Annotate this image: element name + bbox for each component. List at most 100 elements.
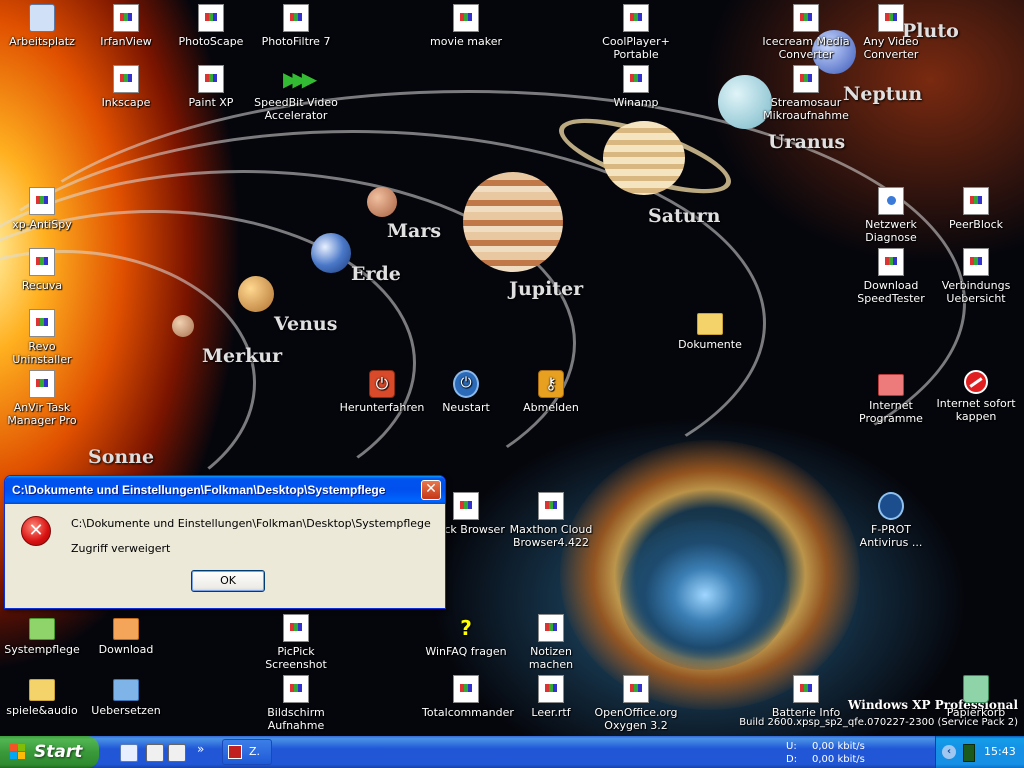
desktop-icon-neustart[interactable]: Neustart bbox=[422, 370, 510, 414]
desktop-icon-label: Papierkorb bbox=[946, 706, 1006, 719]
desktop-icon-maxthon[interactable]: Maxthon Cloud Browser4.422 bbox=[507, 492, 595, 549]
desktop-icon-papierkorb[interactable]: Papierkorb bbox=[932, 675, 1020, 719]
file-icon bbox=[793, 4, 819, 32]
desktop-icon-label: Herunterfahren bbox=[339, 401, 425, 414]
desktop-icon-winfaq[interactable]: ? WinFAQ fragen bbox=[422, 614, 510, 658]
folder-icon bbox=[697, 313, 723, 335]
help-question-icon: ? bbox=[460, 616, 472, 640]
desktop-icon-label: Leer.rtf bbox=[531, 706, 571, 719]
start-label: Start bbox=[34, 742, 83, 762]
rtf-document-icon bbox=[538, 675, 564, 703]
desktop-icon-label: xp-AntiSpy bbox=[12, 218, 72, 231]
battery-tray-icon[interactable] bbox=[963, 744, 975, 762]
desktop-icon-label: Winamp bbox=[613, 96, 659, 109]
desktop-icon-inkscape[interactable]: Inkscape bbox=[82, 65, 170, 109]
planet-saturn bbox=[603, 121, 685, 195]
desktop-icon-bildschirm-aufnahme[interactable]: Bildschirm Aufnahme bbox=[252, 675, 340, 732]
network-speed-monitor: U: 0,00 kbit/s D: 0,00 kbit/s bbox=[786, 740, 865, 766]
desktop-icon-download-speedtester[interactable]: Download SpeedTester bbox=[847, 248, 935, 305]
planet-erde bbox=[311, 233, 351, 273]
desktop-icon-netzwerk-diagnose[interactable]: Netzwerk Diagnose bbox=[847, 187, 935, 244]
desktop-icon-label: Inkscape bbox=[101, 96, 151, 109]
desktop-icon-winamp[interactable]: Winamp bbox=[592, 65, 680, 109]
dialog-body: ✕ C:\Dokumente und Einstellungen\Folkman… bbox=[8, 504, 442, 605]
desktop-icon-picpick[interactable]: PicPick Screenshot bbox=[252, 614, 340, 671]
desktop-icon-any-video-converter[interactable]: Any Video Converter bbox=[847, 4, 935, 61]
download-speed: 0,00 kbit/s bbox=[812, 754, 865, 765]
desktop-icon-verbindungs-uebersicht[interactable]: Verbindungs Uebersicht bbox=[932, 248, 1020, 305]
planet-label-neptun: Neptun bbox=[843, 83, 923, 105]
desktop-icon-herunterfahren[interactable]: Herunterfahren bbox=[338, 370, 426, 414]
desktop-icon-download[interactable]: Download bbox=[82, 614, 170, 656]
desktop-icon-anvir[interactable]: AnVir Task Manager Pro bbox=[0, 370, 86, 427]
desktop-icon-notizen[interactable]: Notizen machen bbox=[507, 614, 595, 671]
quicklaunch-app-icon[interactable] bbox=[146, 744, 164, 762]
clock[interactable]: 15:43 bbox=[984, 736, 1016, 768]
desktop-icon-xp-antispy[interactable]: xp-AntiSpy bbox=[0, 187, 86, 231]
desktop-icon-movie-maker[interactable]: movie maker bbox=[422, 4, 510, 48]
taskbar: Start » Z. U: 0,00 kbit/s D: 0,00 kbit/s ‹… bbox=[0, 736, 1024, 768]
desktop-icon-label: OpenOffice.org Oxygen 3.2 bbox=[594, 706, 678, 732]
file-icon bbox=[113, 65, 139, 93]
system-tray: ‹ 15:43 bbox=[935, 736, 1024, 768]
planet-mars bbox=[367, 187, 397, 217]
file-icon bbox=[283, 675, 309, 703]
desktop-icon-systempflege[interactable]: Systempflege bbox=[0, 614, 86, 656]
desktop-icon-label: Streamosaur Mikroaufnahme bbox=[763, 96, 849, 122]
desktop-icon-spiele-audio[interactable]: spiele&audio bbox=[0, 675, 86, 717]
desktop-icon-totalcommander[interactable]: Totalcommander bbox=[422, 675, 514, 719]
app-icon bbox=[228, 745, 242, 759]
desktop-icon-label: Internet sofort kappen bbox=[936, 397, 1016, 423]
taskbar-window-button[interactable]: Z. bbox=[222, 739, 272, 765]
file-icon bbox=[453, 675, 479, 703]
ok-button[interactable]: OK bbox=[191, 570, 265, 592]
desktop-icon-uebersetzen[interactable]: Uebersetzen bbox=[82, 675, 170, 717]
planet-label-mars: Mars bbox=[387, 220, 442, 242]
desktop-icon-paint-xp[interactable]: Paint XP bbox=[167, 65, 255, 109]
file-icon bbox=[198, 4, 224, 32]
desktop-icon-batterie-info[interactable]: Batterie Info bbox=[762, 675, 850, 719]
desktop-icon-label: Bildschirm Aufnahme bbox=[267, 706, 325, 732]
desktop-icon-photofiltre[interactable]: PhotoFiltre 7 bbox=[252, 4, 340, 48]
dialog-close-button[interactable]: ✕ bbox=[421, 480, 441, 500]
desktop-icon-internet-kappen[interactable]: Internet sofort kappen bbox=[932, 370, 1020, 423]
desktop-icon-label: Revo Uninstaller bbox=[12, 340, 72, 366]
desktop-icon-leer-rtf[interactable]: Leer.rtf bbox=[507, 675, 595, 719]
file-icon bbox=[29, 187, 55, 215]
desktop-icon-coolplayer[interactable]: CoolPlayer+ Portable bbox=[592, 4, 680, 61]
desktop-icon-recuva[interactable]: Recuva bbox=[0, 248, 86, 292]
nebula-core bbox=[620, 520, 790, 670]
dialog-title[interactable]: C:\Dokumente und Einstellungen\Folkman\D… bbox=[5, 476, 445, 504]
desktop-icon-label: Abmelden bbox=[523, 401, 579, 414]
orange-folder-icon bbox=[113, 618, 139, 640]
desktop-icon-label: Batterie Info bbox=[771, 706, 841, 719]
desktop-icon-internet-programme[interactable]: Internet Programme bbox=[847, 370, 935, 425]
desktop-icon-label: Download bbox=[98, 643, 154, 656]
quicklaunch-ie-icon[interactable] bbox=[120, 744, 138, 762]
chevron-left-icon[interactable]: ‹ bbox=[942, 745, 956, 759]
network-diagnose-icon bbox=[878, 187, 904, 215]
desktop-icon-speedbit[interactable]: ▶▶▶ SpeedBit Video Accelerator bbox=[252, 65, 340, 122]
file-icon bbox=[29, 248, 55, 276]
file-icon bbox=[29, 309, 55, 337]
quicklaunch-app-icon[interactable] bbox=[168, 744, 186, 762]
fprot-icon bbox=[878, 492, 904, 520]
start-button[interactable]: Start bbox=[0, 736, 99, 768]
desktop-icon-abmelden[interactable]: Abmelden bbox=[507, 370, 595, 414]
desktop-icon-photoscape[interactable]: PhotoScape bbox=[167, 4, 255, 48]
file-icon bbox=[283, 4, 309, 32]
desktop-icon-label: Totalcommander bbox=[422, 706, 514, 719]
desktop-icon-label: Arbeitsplatz bbox=[9, 35, 75, 48]
desktop-icon-openoffice[interactable]: OpenOffice.org Oxygen 3.2 bbox=[592, 675, 680, 732]
desktop-icon-fprot[interactable]: F-PROT Antivirus ... bbox=[847, 492, 935, 549]
desktop-icon-streamosaur[interactable]: Streamosaur Mikroaufnahme bbox=[762, 65, 850, 122]
desktop-icon-dokumente[interactable]: Dokumente bbox=[666, 309, 754, 351]
desktop-icon-peerblock[interactable]: PeerBlock bbox=[932, 187, 1020, 231]
quicklaunch-more-icon[interactable]: » bbox=[197, 742, 204, 756]
upload-speed: 0,00 kbit/s bbox=[812, 741, 865, 752]
desktop-icon-irfanview[interactable]: IrfanView bbox=[82, 4, 170, 48]
file-icon bbox=[283, 614, 309, 642]
desktop-icon-icecream[interactable]: Icecream Media Converter bbox=[762, 4, 850, 61]
desktop-icon-revo-uninstaller[interactable]: Revo Uninstaller bbox=[0, 309, 86, 366]
desktop-icon-arbeitsplatz[interactable]: Arbeitsplatz bbox=[0, 4, 86, 48]
